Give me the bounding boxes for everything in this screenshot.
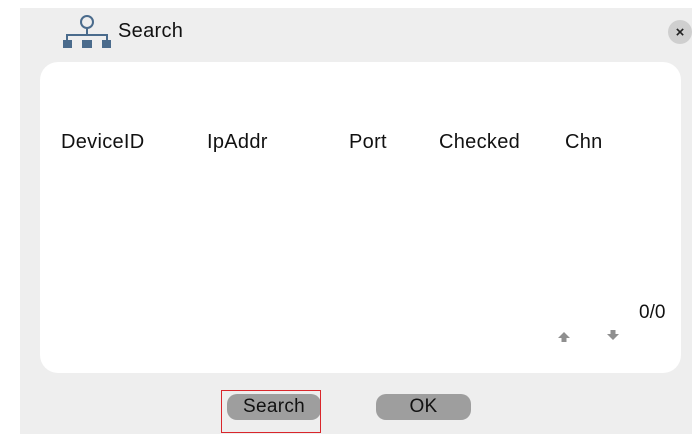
column-header-ipaddr[interactable]: IpAddr: [207, 131, 268, 154]
arrow-up-icon[interactable]: [557, 330, 571, 344]
ok-button[interactable]: OK: [376, 394, 471, 420]
column-header-checked[interactable]: Checked: [439, 131, 520, 154]
column-header-chn[interactable]: Chn: [565, 131, 603, 154]
column-header-port[interactable]: Port: [349, 131, 387, 154]
page-indicator: 0/0: [639, 302, 666, 323]
dialog-title: Search: [118, 20, 184, 42]
close-icon: ×: [675, 23, 685, 41]
focus-highlight: [221, 390, 321, 433]
search-dialog: Search × DeviceID IpAddr Port Checked Ch…: [20, 8, 692, 434]
column-header-deviceid[interactable]: DeviceID: [61, 131, 145, 154]
close-button[interactable]: ×: [668, 20, 692, 44]
results-panel: DeviceID IpAddr Port Checked Chn 0/0: [40, 62, 681, 373]
network-topology-icon: [63, 15, 111, 48]
arrow-down-icon[interactable]: [606, 328, 620, 342]
